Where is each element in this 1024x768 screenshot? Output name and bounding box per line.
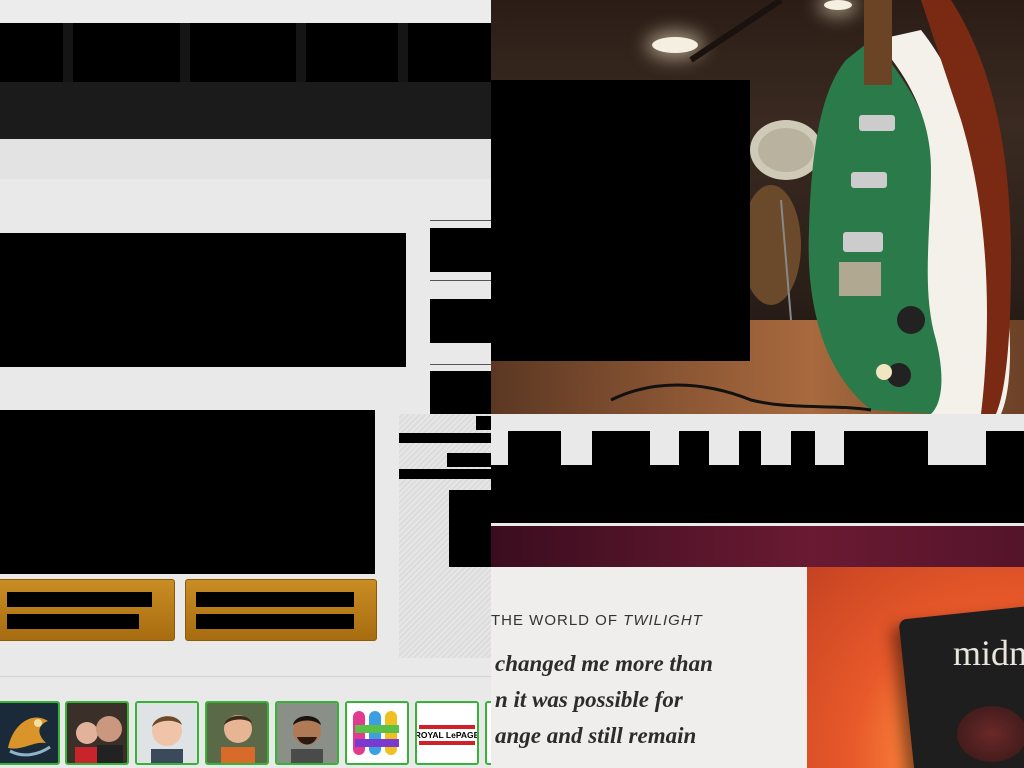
sidebar-divider (430, 220, 491, 221)
nav-item-3[interactable] (190, 23, 296, 82)
button-label-bar (196, 592, 354, 607)
heading-word-block (739, 431, 761, 465)
heading-word-block (679, 431, 709, 465)
nav-item-2[interactable] (73, 23, 180, 82)
quote-line: changed me more than (495, 651, 713, 676)
smiling-man-avatar-icon[interactable] (135, 701, 199, 765)
heading-word-block (508, 431, 561, 465)
dragon-avatar-icon[interactable] (0, 701, 60, 765)
sidebar-box-1[interactable] (430, 228, 491, 272)
heading-word-block (986, 431, 1024, 465)
button-label-bar (7, 614, 139, 629)
main-content-block (0, 233, 406, 367)
royal-lepage-logo-icon[interactable]: ROYAL LePAGE (415, 701, 479, 765)
book-ornament (957, 706, 1024, 762)
sidebar-divider (430, 280, 491, 281)
nav-item-4[interactable] (306, 23, 398, 82)
striped-panel-bar (476, 416, 491, 430)
secondary-content-block (0, 410, 375, 574)
gold-button-1[interactable] (0, 579, 175, 641)
button-label-bar (196, 614, 354, 629)
rainbow-logo-icon[interactable] (345, 701, 409, 765)
sidebar-box-3[interactable] (430, 371, 491, 414)
left-panel: ROYAL LePAGE (0, 0, 491, 768)
promo-quote: changed me more than n it was possible f… (495, 646, 795, 754)
bearded-man-avatar-icon[interactable] (275, 701, 339, 765)
right-heading-area (491, 414, 1024, 526)
striped-panel-bar (447, 453, 491, 467)
nav-item-5[interactable] (408, 23, 491, 82)
book-title: midn (953, 633, 1024, 673)
father-son-avatar-icon[interactable] (65, 701, 129, 765)
button-label-bar (7, 592, 152, 607)
promo-eyebrow: THE WORLD OF TWILIGHT (491, 612, 703, 629)
hero-photo (491, 0, 1024, 414)
man-outdoors-avatar-icon[interactable] (205, 701, 269, 765)
nav-bar (0, 23, 491, 82)
heading-band (491, 465, 1024, 523)
quote-line: n it was possible for (495, 687, 683, 712)
striped-panel-bar (399, 469, 491, 479)
striped-panel-bar (399, 433, 491, 443)
thumbnails-divider (0, 676, 491, 677)
top-strip (0, 0, 491, 23)
heading-word-block (592, 431, 650, 465)
sidebar-divider (430, 364, 491, 365)
heading-word-block (791, 431, 815, 465)
heading-word-block (844, 431, 928, 465)
nav-item-1[interactable] (0, 23, 63, 82)
promo-top-band (491, 526, 1024, 567)
striped-panel-block (449, 490, 491, 567)
eyebrow-title: TWILIGHT (623, 612, 703, 629)
light-band (0, 139, 491, 179)
sidebar-box-2[interactable] (430, 299, 491, 343)
gold-button-2[interactable] (185, 579, 377, 641)
photo-overlay-block (491, 80, 750, 361)
royal-lepage-text: ROYAL LePAGE (417, 730, 477, 740)
quote-line: ange and still remain (495, 723, 697, 748)
book-promo: THE WORLD OF TWILIGHT changed me more th… (491, 526, 1024, 768)
sub-header-bar (0, 82, 491, 139)
eyebrow-prefix: THE WORLD OF (491, 612, 624, 629)
